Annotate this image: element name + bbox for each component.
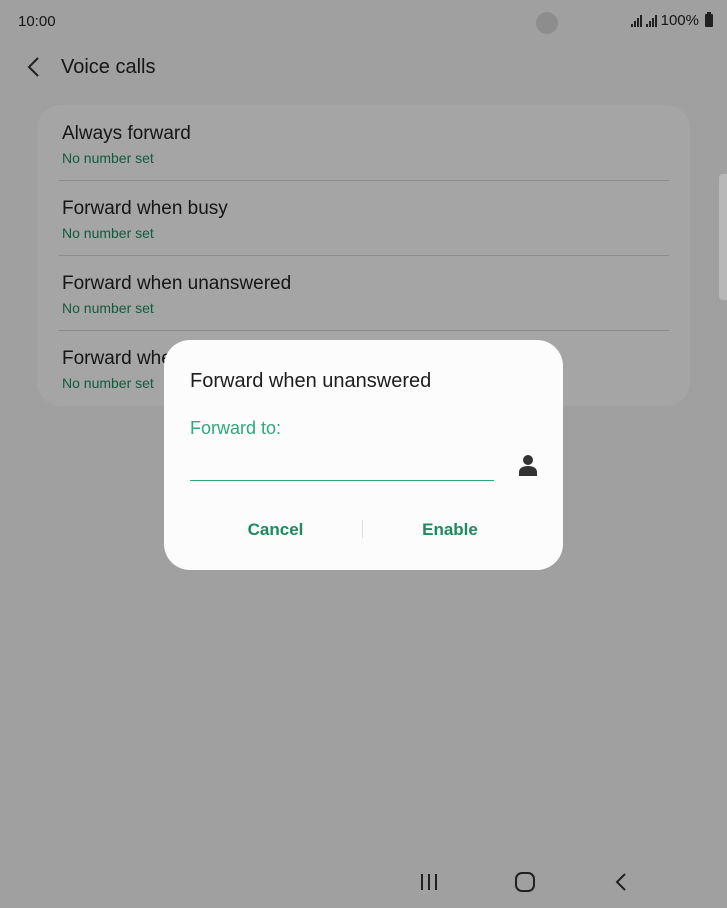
- dialog-title: Forward when unanswered: [190, 370, 432, 392]
- contacts-button[interactable]: [516, 452, 540, 478]
- forward-number-input[interactable]: [190, 450, 494, 481]
- enable-button[interactable]: Enable: [364, 510, 536, 550]
- forward-to-label: Forward to:: [190, 418, 282, 438]
- forward-dialog: Forward when unanswered Forward to: Canc…: [164, 340, 563, 570]
- person-icon: [519, 455, 537, 476]
- scroll-indicator: [719, 174, 727, 300]
- cancel-button[interactable]: Cancel: [184, 510, 367, 550]
- dialog-actions: Cancel Enable: [164, 510, 563, 550]
- action-separator: [362, 520, 363, 538]
